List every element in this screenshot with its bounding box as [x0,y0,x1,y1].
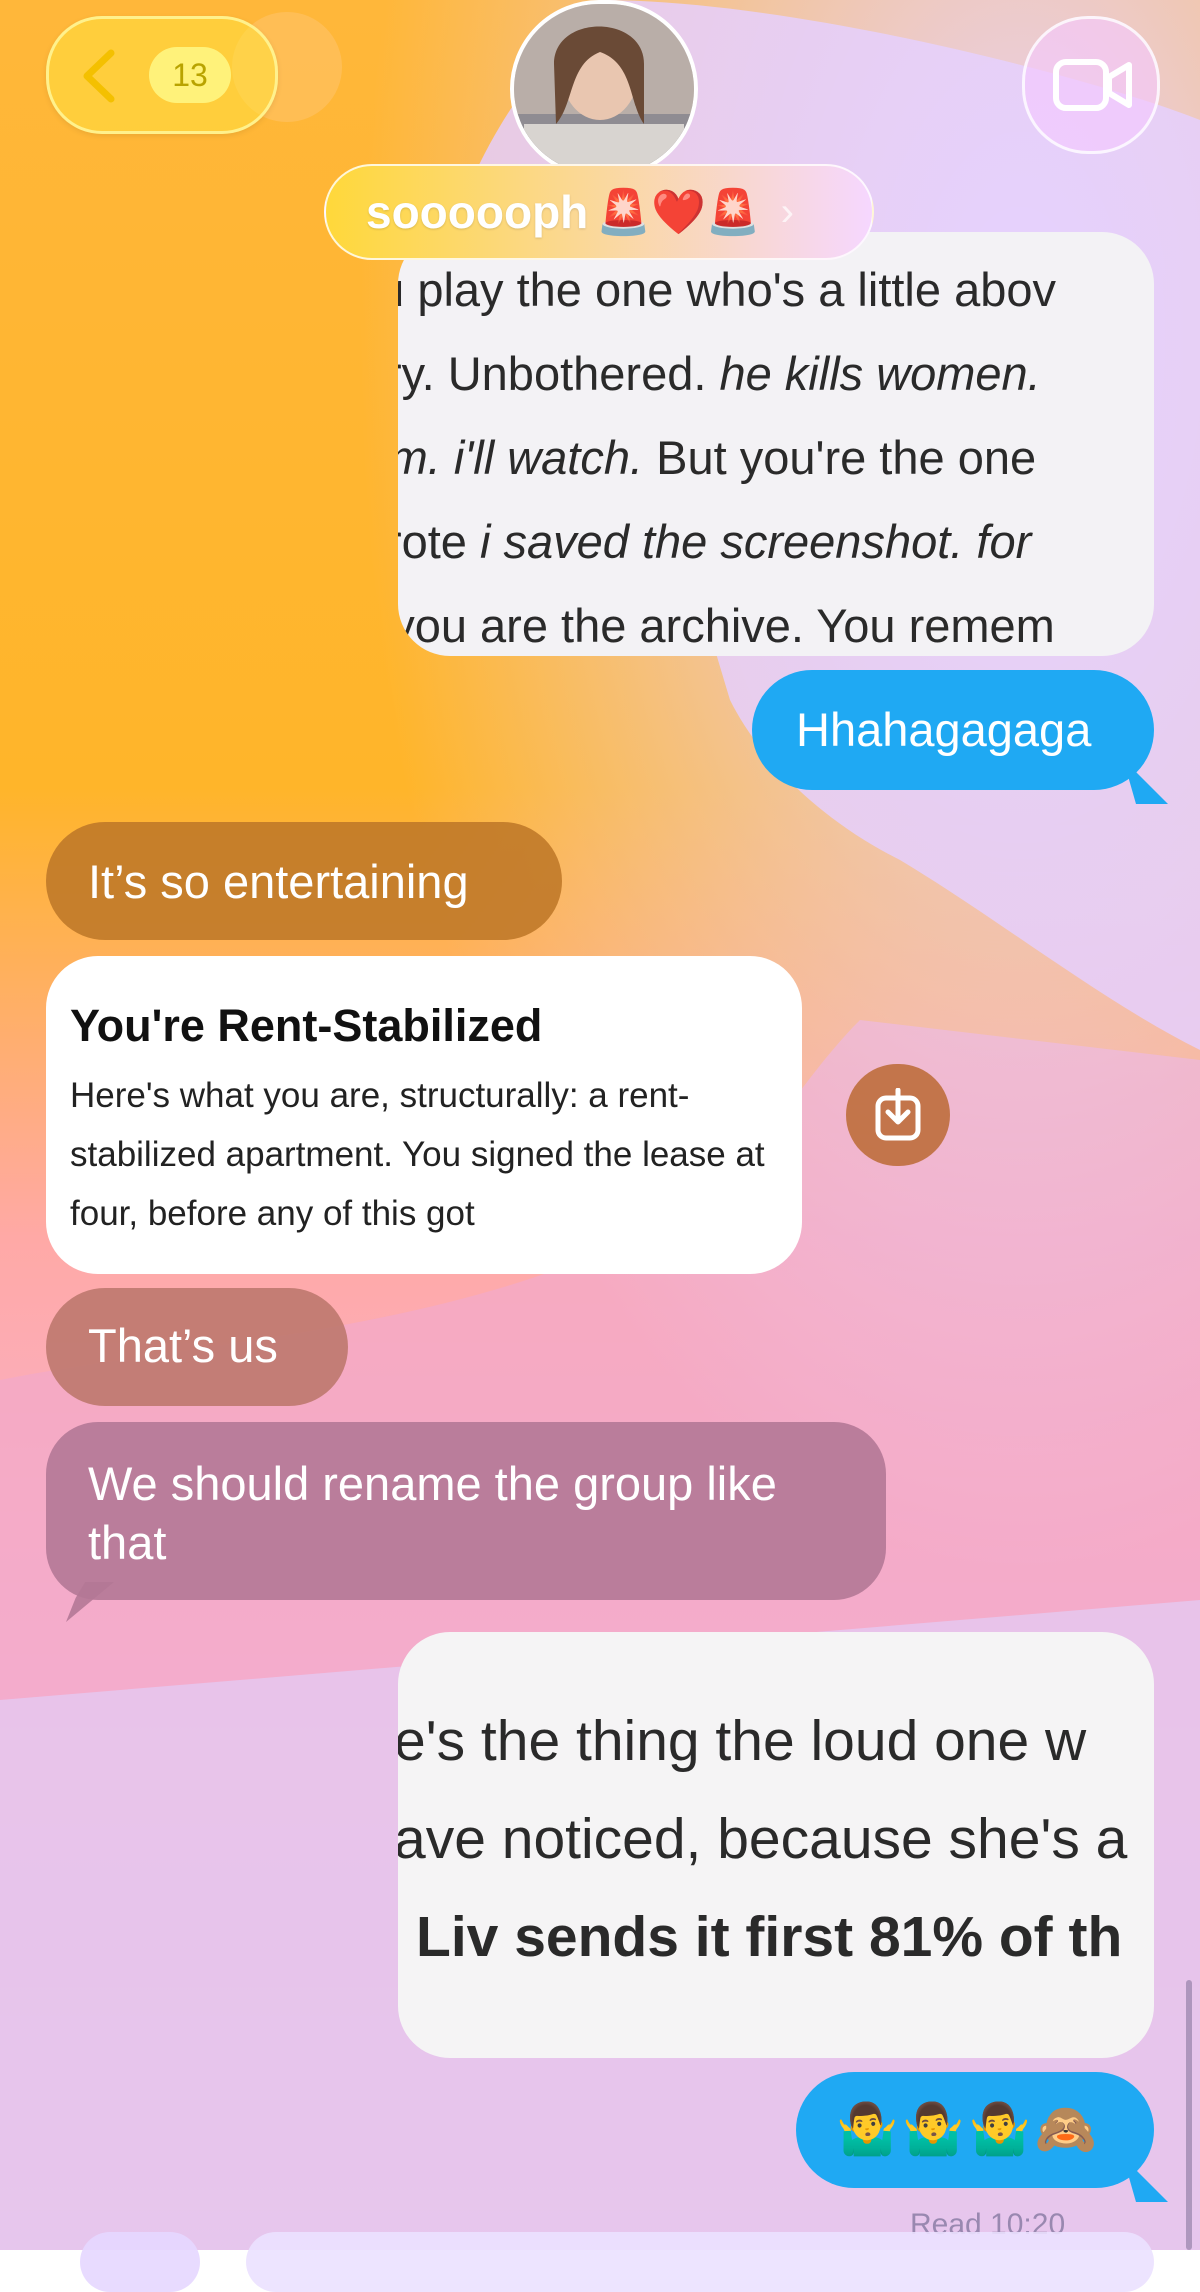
message-bubble-incoming[interactable]: That’s us [46,1288,348,1406]
card-body: Here's what you are, structurally: a ren… [70,1076,765,1233]
back-chevron-icon [83,49,115,103]
attachment-card-top[interactable]: ou play the one who's a little abov Dry.… [398,232,1154,656]
card-line: Dry. Unbothered. he kills women. [398,347,1041,400]
message-emojis: 🤷‍♂️🤷‍♂️🤷‍♂️🙈 [836,2101,1102,2157]
card-line: ou play the one who's a little abov [398,263,1056,316]
avatar-photo [514,4,694,174]
card-line: ave noticed, because she's a [398,1807,1128,1871]
card-line: Liv sends it first 81% of th [416,1905,1123,1969]
contact-name-button[interactable]: soooooph 🚨❤️🚨 › [324,164,874,260]
message-text: Hhahagagaga [796,703,1092,756]
contact-avatar[interactable] [510,0,698,178]
card-title: You're Rent-Stabilized [70,1000,543,1051]
video-call-button[interactable] [1022,16,1160,154]
card-line: him. i'll watch. But you're the one [398,431,1037,484]
message-text: We should rename the group like that [88,1457,777,1569]
attachment-card-rent[interactable]: You're Rent-Stabilized Here's what you a… [46,956,802,1274]
message-bubble-outgoing[interactable]: 🤷‍♂️🤷‍♂️🤷‍♂️🙈 [796,2072,1154,2188]
attachment-card-bottom[interactable]: e's the thing the loud one w ave noticed… [398,1632,1154,2058]
message-text: That’s us [88,1319,278,1372]
card-line: e's the thing the loud one w [398,1709,1087,1773]
compose-plus-button[interactable] [80,2232,200,2292]
contact-name-emojis: 🚨❤️🚨 [596,188,761,237]
save-attachment-button[interactable] [846,1064,950,1166]
download-icon [875,1088,921,1141]
card-line: – you are the archive. You remem [398,599,1055,652]
back-button[interactable]: 13 [46,16,278,134]
chevron-right-icon: › [780,189,794,234]
scrollbar[interactable] [1186,1980,1192,2250]
message-bubble-incoming[interactable]: We should rename the group like that [46,1422,886,1600]
message-bubble-incoming[interactable]: It’s so entertaining [46,822,562,940]
message-bubble-outgoing[interactable]: Hhahagagaga [752,670,1154,790]
contact-name: soooooph [366,186,589,238]
card-line: wrote i saved the screenshot. for [398,515,1032,568]
message-input[interactable] [246,2232,1154,2292]
unread-count-badge: 13 [149,47,231,103]
video-camera-icon [1053,59,1132,111]
message-text: It’s so entertaining [88,855,469,908]
